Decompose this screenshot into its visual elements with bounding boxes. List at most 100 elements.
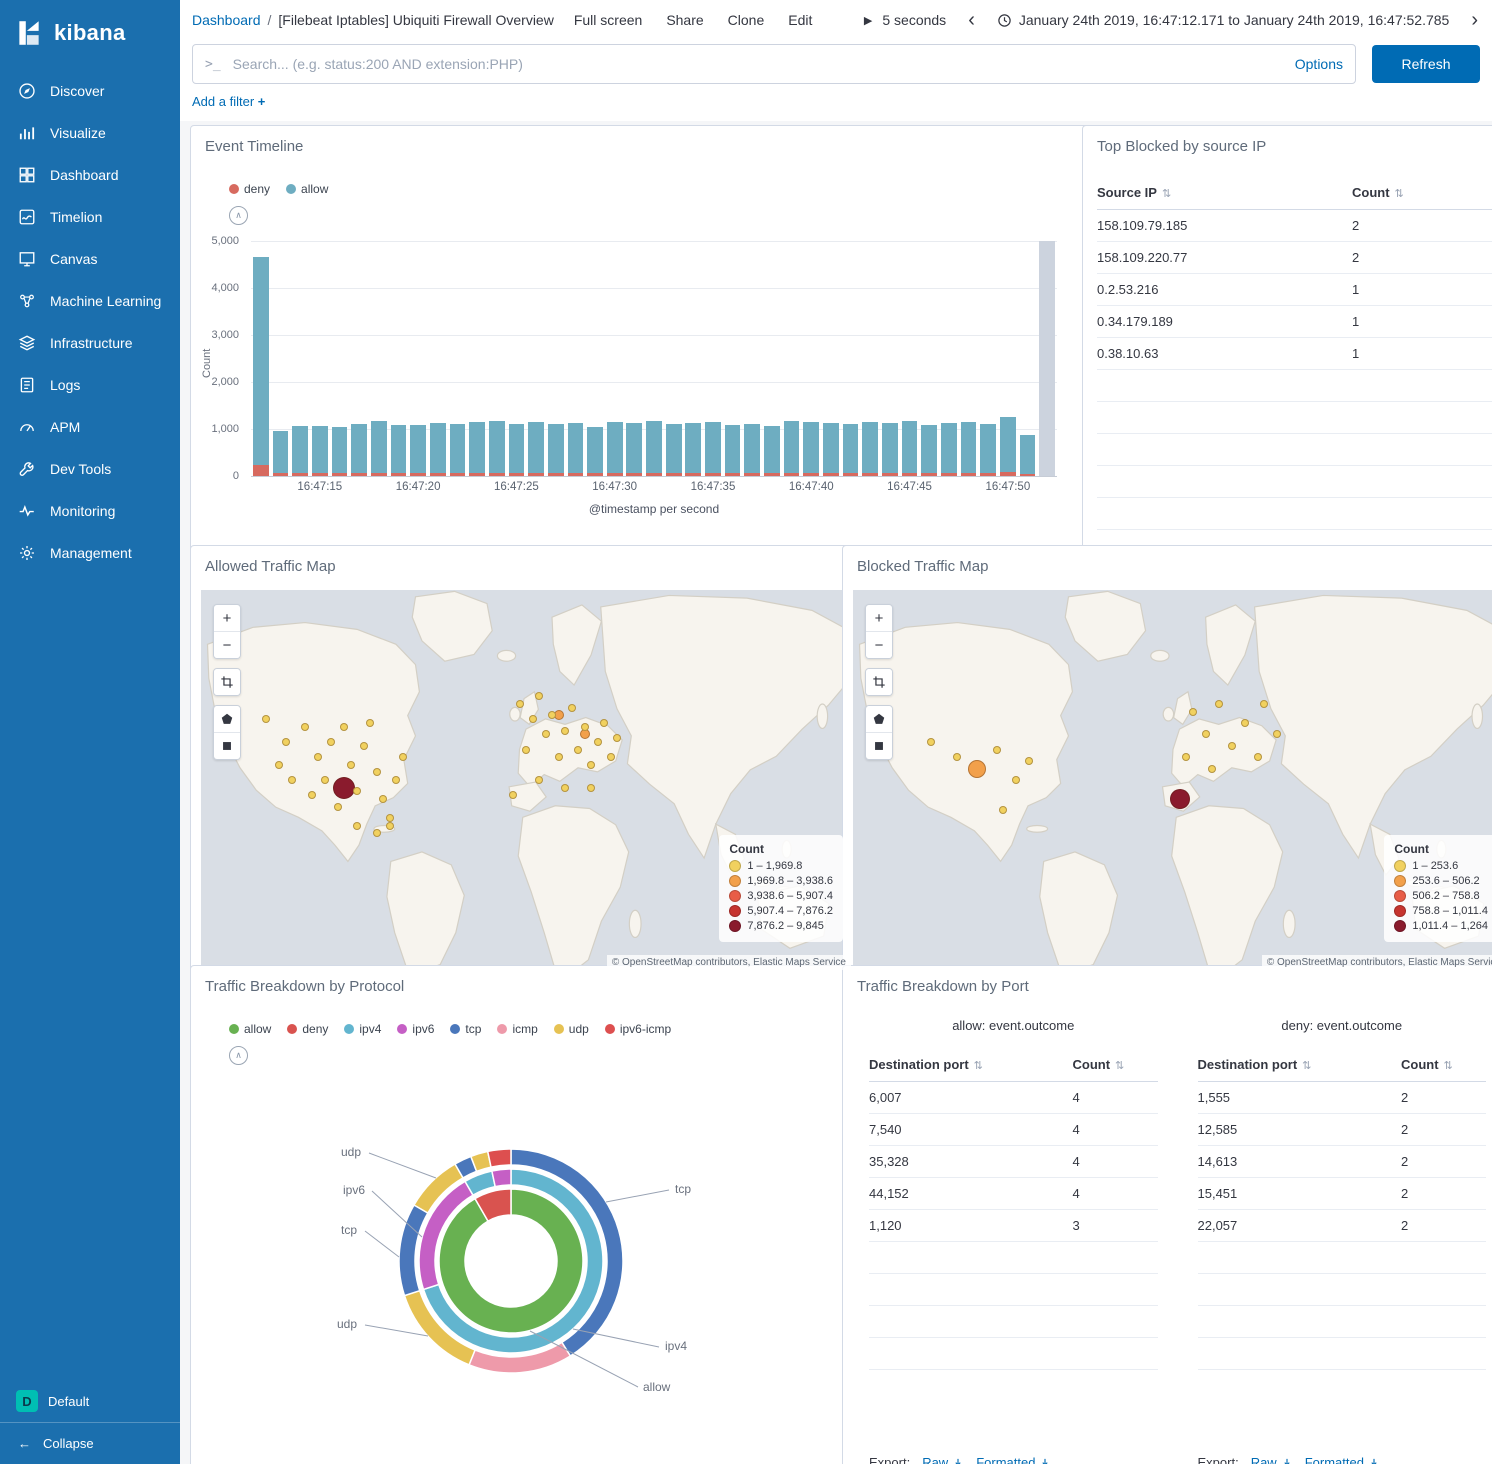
column-header-source-ip[interactable]: Source IP⇅ bbox=[1097, 185, 1352, 200]
timeline-bar[interactable] bbox=[980, 424, 996, 476]
map-data-point[interactable] bbox=[953, 753, 961, 761]
map-data-point[interactable] bbox=[927, 738, 935, 746]
map-data-point[interactable] bbox=[1025, 757, 1033, 765]
timeline-bar[interactable] bbox=[1000, 417, 1016, 476]
map-data-point[interactable] bbox=[574, 746, 582, 754]
map-data-point[interactable] bbox=[360, 742, 368, 750]
map-data-point[interactable] bbox=[301, 723, 309, 731]
timeline-bar[interactable] bbox=[273, 431, 289, 476]
legend-item[interactable]: udp bbox=[554, 1022, 589, 1036]
legend-item[interactable]: ipv6 bbox=[397, 1022, 434, 1036]
map-data-point[interactable] bbox=[314, 753, 322, 761]
donut-segment-ipv6[interactable] bbox=[492, 1169, 511, 1187]
map-data-point[interactable] bbox=[308, 791, 316, 799]
column-header-destination-port[interactable]: Destination port⇅ bbox=[1198, 1057, 1402, 1072]
legend-item[interactable]: deny bbox=[287, 1022, 328, 1036]
timeline-bar[interactable] bbox=[725, 425, 741, 476]
map-data-point[interactable] bbox=[594, 738, 602, 746]
timeline-bar[interactable] bbox=[626, 423, 642, 476]
map-data-point[interactable] bbox=[1170, 789, 1190, 809]
map-data-point[interactable] bbox=[282, 738, 290, 746]
table-row[interactable]: 158.109.220.772 bbox=[1097, 242, 1492, 274]
time-forward-icon[interactable]: › bbox=[1469, 10, 1480, 30]
map-data-point[interactable] bbox=[580, 729, 590, 739]
table-row[interactable]: 0.2.53.2161 bbox=[1097, 274, 1492, 306]
timeline-bar[interactable] bbox=[882, 423, 898, 476]
timeline-bar[interactable] bbox=[823, 423, 839, 476]
refresh-button[interactable]: Refresh bbox=[1372, 45, 1480, 83]
map-data-point[interactable] bbox=[334, 803, 342, 811]
legend-item[interactable]: ipv4 bbox=[344, 1022, 381, 1036]
export-raw-link[interactable]: Raw bbox=[922, 1455, 964, 1464]
map-data-point[interactable] bbox=[262, 715, 270, 723]
table-row[interactable]: 158.109.79.1852 bbox=[1097, 210, 1492, 242]
table-row[interactable]: 12,5852 bbox=[1198, 1114, 1487, 1146]
menu-item-full-screen[interactable]: Full screen bbox=[574, 12, 642, 28]
map-data-point[interactable] bbox=[373, 768, 381, 776]
map-data-point[interactable] bbox=[379, 795, 387, 803]
timeline-bar[interactable] bbox=[961, 422, 977, 476]
timeline-bar[interactable] bbox=[587, 427, 603, 476]
map-data-point[interactable] bbox=[392, 776, 400, 784]
add-filter-link[interactable]: Add a filter + bbox=[192, 94, 265, 109]
timeline-bar[interactable] bbox=[843, 424, 859, 476]
polygon-tool-button[interactable] bbox=[214, 706, 240, 732]
menu-item-share[interactable]: Share bbox=[666, 12, 703, 28]
table-row[interactable]: 0.38.10.631 bbox=[1097, 338, 1492, 370]
timeline-bar[interactable] bbox=[292, 426, 308, 476]
legend-collapse-button[interactable]: ∧ bbox=[229, 1046, 248, 1065]
column-header-count[interactable]: Count⇅ bbox=[1401, 1057, 1486, 1072]
space-selector[interactable]: D Default bbox=[0, 1380, 180, 1422]
zoom-in-button[interactable]: + bbox=[866, 605, 892, 631]
column-header-count[interactable]: Count⇅ bbox=[1073, 1057, 1158, 1072]
column-header-destination-port[interactable]: Destination port⇅ bbox=[869, 1057, 1073, 1072]
legend-item[interactable]: ipv6-icmp bbox=[605, 1022, 671, 1036]
timeline-bar[interactable] bbox=[784, 421, 800, 476]
map-data-point[interactable] bbox=[587, 784, 595, 792]
map-data-point[interactable] bbox=[386, 822, 394, 830]
timeline-bar[interactable] bbox=[568, 423, 584, 476]
timeline-bar[interactable] bbox=[705, 422, 721, 476]
map-data-point[interactable] bbox=[1202, 730, 1210, 738]
map-data-point[interactable] bbox=[373, 829, 381, 837]
map-data-point[interactable] bbox=[600, 719, 608, 727]
map-data-point[interactable] bbox=[993, 746, 1001, 754]
table-row[interactable]: 6,0074 bbox=[869, 1082, 1158, 1114]
table-row[interactable]: 1,1203 bbox=[869, 1210, 1158, 1242]
timeline-bar[interactable] bbox=[351, 424, 367, 476]
timeline-bar[interactable] bbox=[921, 425, 937, 476]
map-data-point[interactable] bbox=[321, 776, 329, 784]
map-data-point[interactable] bbox=[509, 791, 517, 799]
map-data-point[interactable] bbox=[548, 711, 556, 719]
rectangle-tool-button[interactable] bbox=[214, 732, 240, 759]
sidebar-item-infrastructure[interactable]: Infrastructure bbox=[0, 322, 180, 364]
map-data-point[interactable] bbox=[347, 761, 355, 769]
time-back-icon[interactable]: ‹ bbox=[966, 10, 977, 30]
timeline-bar[interactable] bbox=[1020, 435, 1036, 476]
map-data-point[interactable] bbox=[535, 692, 543, 700]
table-row[interactable]: 15,4512 bbox=[1198, 1178, 1487, 1210]
map-data-point[interactable] bbox=[561, 784, 569, 792]
timeline-bar[interactable] bbox=[450, 424, 466, 476]
search-input[interactable] bbox=[231, 55, 1285, 73]
map-data-point[interactable] bbox=[1215, 700, 1223, 708]
sidebar-item-management[interactable]: Management bbox=[0, 532, 180, 574]
map-data-point[interactable] bbox=[288, 776, 296, 784]
sidebar-collapse-button[interactable]: ← Collapse bbox=[0, 1422, 180, 1464]
menu-item-edit[interactable]: Edit bbox=[788, 12, 812, 28]
map-data-point[interactable] bbox=[327, 738, 335, 746]
map-data-point[interactable] bbox=[535, 776, 543, 784]
timeline-bar[interactable] bbox=[332, 427, 348, 476]
timeline-bar[interactable] bbox=[430, 423, 446, 476]
timeline-bar[interactable] bbox=[391, 425, 407, 476]
map-data-point[interactable] bbox=[1260, 700, 1268, 708]
map-data-point[interactable] bbox=[542, 730, 550, 738]
map-data-point[interactable] bbox=[516, 700, 524, 708]
timeline-bar[interactable] bbox=[764, 426, 780, 476]
map-data-point[interactable] bbox=[1273, 730, 1281, 738]
sidebar-item-discover[interactable]: Discover bbox=[0, 70, 180, 112]
breadcrumb-dashboard-link[interactable]: Dashboard bbox=[192, 12, 261, 28]
map-data-point[interactable] bbox=[366, 719, 374, 727]
map-data-point[interactable] bbox=[999, 806, 1007, 814]
export-formatted-link[interactable]: Formatted bbox=[1305, 1455, 1380, 1464]
